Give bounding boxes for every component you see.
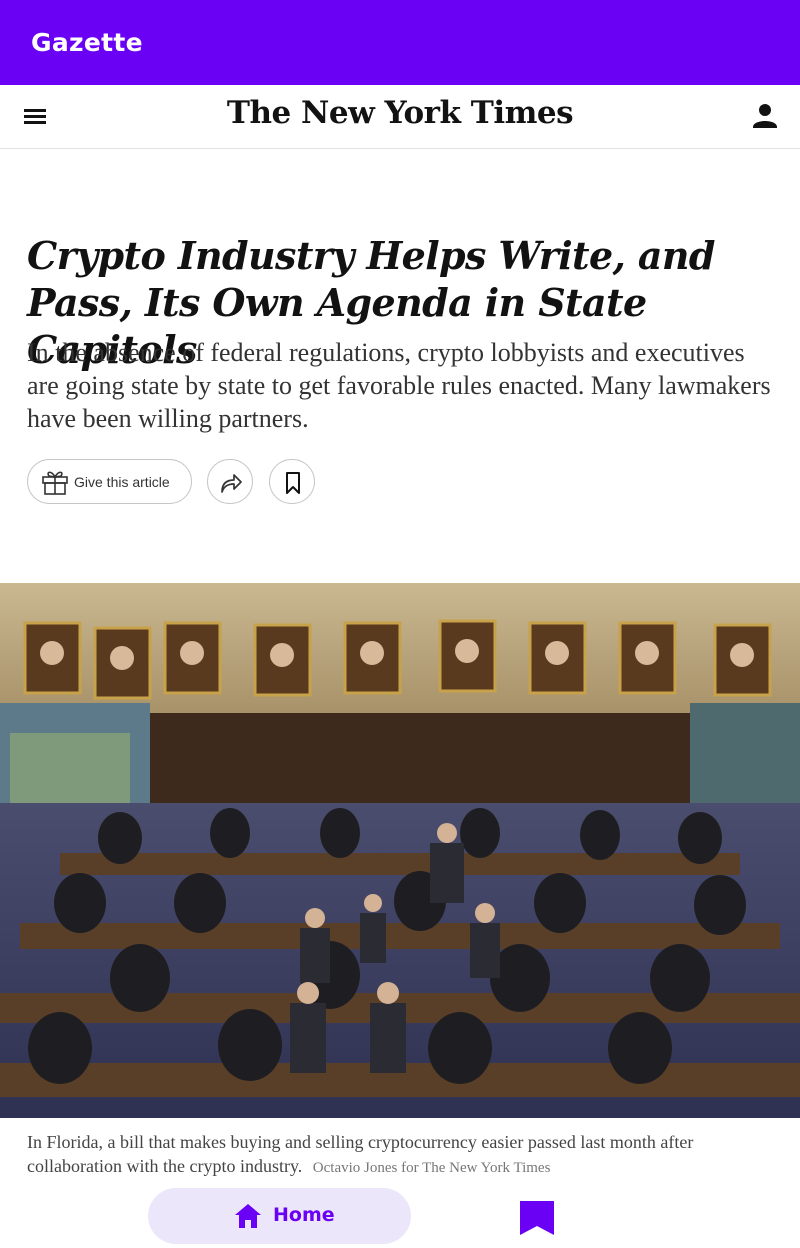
- photo-caption: In Florida, a bill that makes buying and…: [27, 1130, 772, 1180]
- account-button[interactable]: [750, 101, 780, 131]
- home-icon: [235, 1204, 261, 1228]
- bookmark-icon: [286, 472, 300, 494]
- give-article-label: Give this article: [74, 474, 170, 490]
- give-article-button[interactable]: Give this article: [27, 459, 192, 504]
- share-button[interactable]: [207, 459, 253, 504]
- bottom-nav: Home: [0, 1184, 800, 1248]
- nyt-header: The New York Times: [0, 85, 800, 149]
- article-summary: In the absence of federal regulations, c…: [27, 338, 771, 433]
- person-icon: [753, 104, 777, 128]
- photo-credit: Octavio Jones for The New York Times: [312, 1160, 551, 1176]
- save-article-button[interactable]: [269, 459, 315, 504]
- nav-home-label: Home: [273, 1204, 335, 1226]
- bookmark-icon: [520, 1201, 554, 1235]
- article-photo: [0, 583, 800, 1118]
- app-bar: Gazette: [0, 0, 800, 85]
- nav-saved-button[interactable]: [517, 1200, 557, 1236]
- nav-home-button[interactable]: Home: [148, 1188, 411, 1244]
- share-arrow-icon: [221, 474, 242, 493]
- site-logo[interactable]: The New York Times: [0, 95, 800, 131]
- gift-icon: [42, 471, 68, 495]
- app-title: Gazette: [31, 28, 143, 57]
